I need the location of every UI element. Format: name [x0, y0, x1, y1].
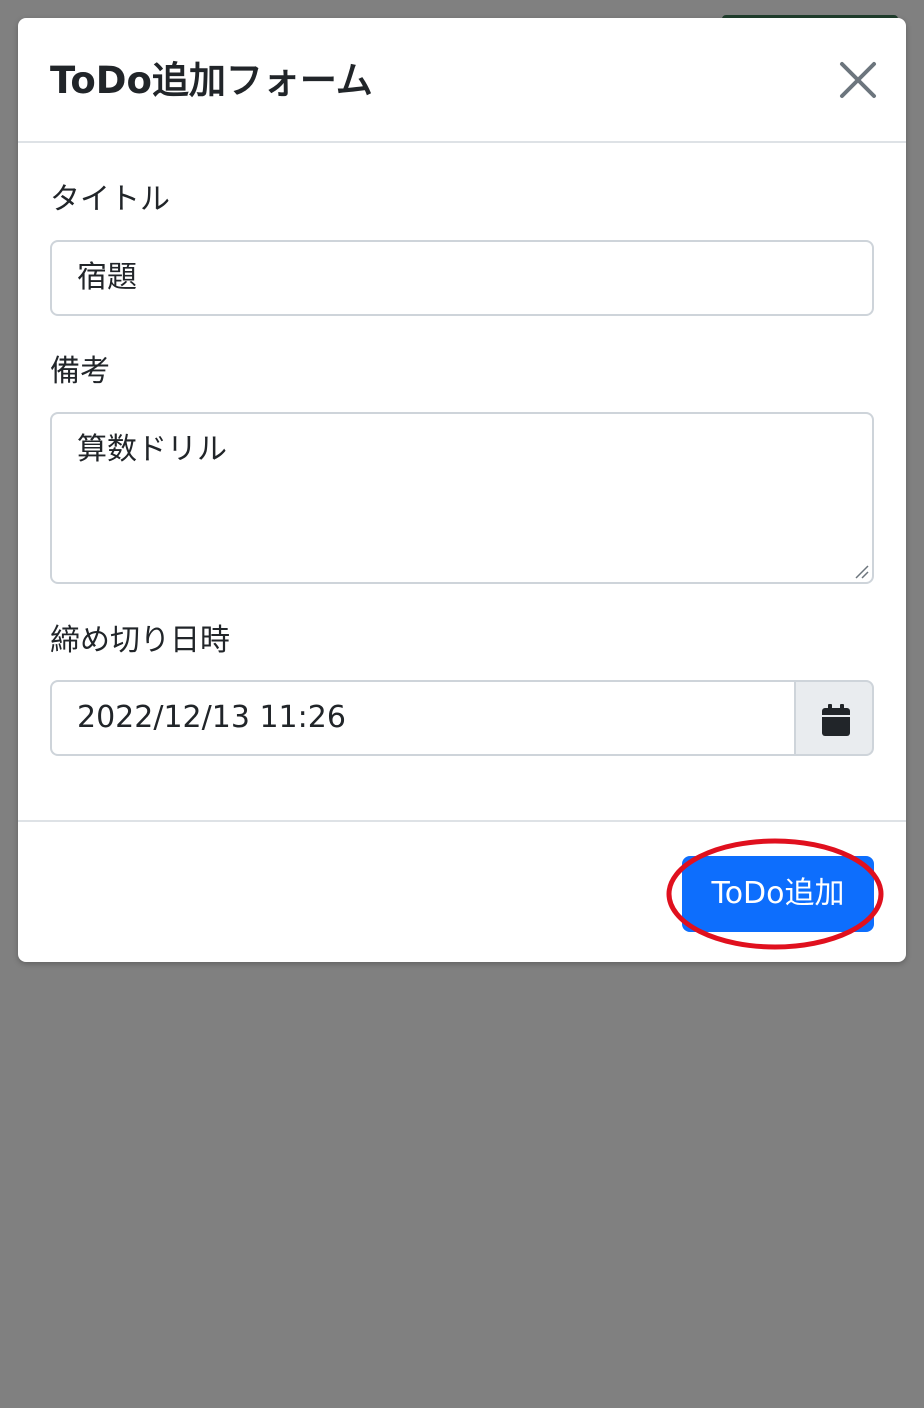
calendar-button[interactable]: [794, 680, 874, 756]
modal-footer: ToDo追加: [18, 820, 906, 962]
close-button[interactable]: [836, 58, 880, 102]
modal-body: タイトル 宿題 備考 算数ドリル 締め切り日時 2022/12/13 11:26: [18, 143, 906, 820]
title-label: タイトル: [50, 182, 170, 217]
note-label: 備考: [50, 354, 110, 389]
modal-title: ToDo追加フォーム: [50, 59, 373, 102]
deadline-input[interactable]: 2022/12/13 11:26: [50, 680, 796, 756]
close-icon: [840, 62, 876, 98]
note-text: 算数ドリル: [77, 432, 227, 467]
add-todo-button[interactable]: ToDo追加: [682, 856, 874, 932]
calendar-icon: [822, 704, 850, 736]
deadline-input-group: 2022/12/13 11:26: [50, 680, 874, 756]
note-textarea[interactable]: 算数ドリル: [50, 412, 874, 584]
title-input[interactable]: 宿題: [50, 240, 874, 316]
deadline-label: 締め切り日時: [50, 623, 230, 658]
todo-add-modal: ToDo追加フォーム タイトル 宿題 備考 算数ドリル 締め切り日時 2022/…: [18, 18, 906, 962]
resize-grip-icon[interactable]: [853, 563, 869, 579]
modal-header: ToDo追加フォーム: [18, 18, 906, 143]
